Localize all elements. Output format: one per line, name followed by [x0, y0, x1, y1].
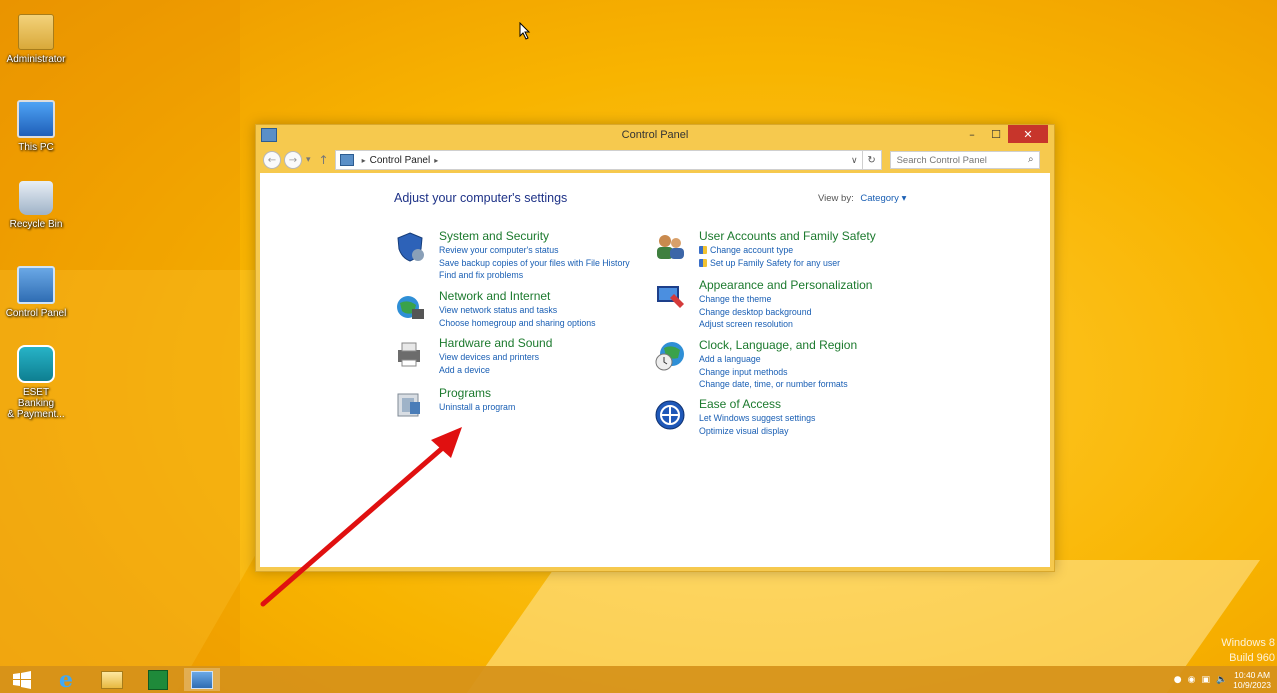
- system-tray: ● ◉ ▣ 🔈 10:40 AM 10/9/2023: [1174, 666, 1271, 693]
- taskbar-internet-explorer[interactable]: e: [48, 666, 84, 693]
- taskbar: e ● ◉ ▣ 🔈 10:40 AM 10/9/2023: [0, 666, 1277, 693]
- network-status-icon[interactable]: ●: [1174, 675, 1182, 685]
- folder-icon: [101, 670, 123, 689]
- clock[interactable]: 10:40 AM 10/9/2023: [1233, 670, 1271, 690]
- store-icon: [148, 669, 168, 690]
- display-tray-icon[interactable]: ▣: [1201, 675, 1210, 685]
- internet-explorer-icon: e: [59, 666, 73, 693]
- taskbar-control-panel[interactable]: [184, 668, 220, 691]
- watermark-line-1: Windows 8: [1221, 637, 1275, 649]
- clock-date: 10/9/2023: [1233, 679, 1271, 690]
- start-button[interactable]: [4, 668, 40, 691]
- control-panel-icon: [191, 670, 213, 689]
- watermark-line-2: Build 960: [1229, 652, 1275, 664]
- volume-icon[interactable]: 🔈: [1216, 675, 1227, 685]
- windows-logo-icon: [13, 670, 31, 689]
- annotation-arrow-icon: [260, 427, 462, 607]
- taskbar-file-explorer[interactable]: [94, 668, 130, 691]
- taskbar-store[interactable]: [140, 668, 176, 691]
- eset-tray-icon[interactable]: ◉: [1188, 675, 1196, 685]
- clock-time: 10:40 AM: [1234, 669, 1271, 680]
- mouse-cursor-icon: [519, 22, 531, 40]
- windows-watermark: Windows 8 Build 960: [1221, 636, 1275, 666]
